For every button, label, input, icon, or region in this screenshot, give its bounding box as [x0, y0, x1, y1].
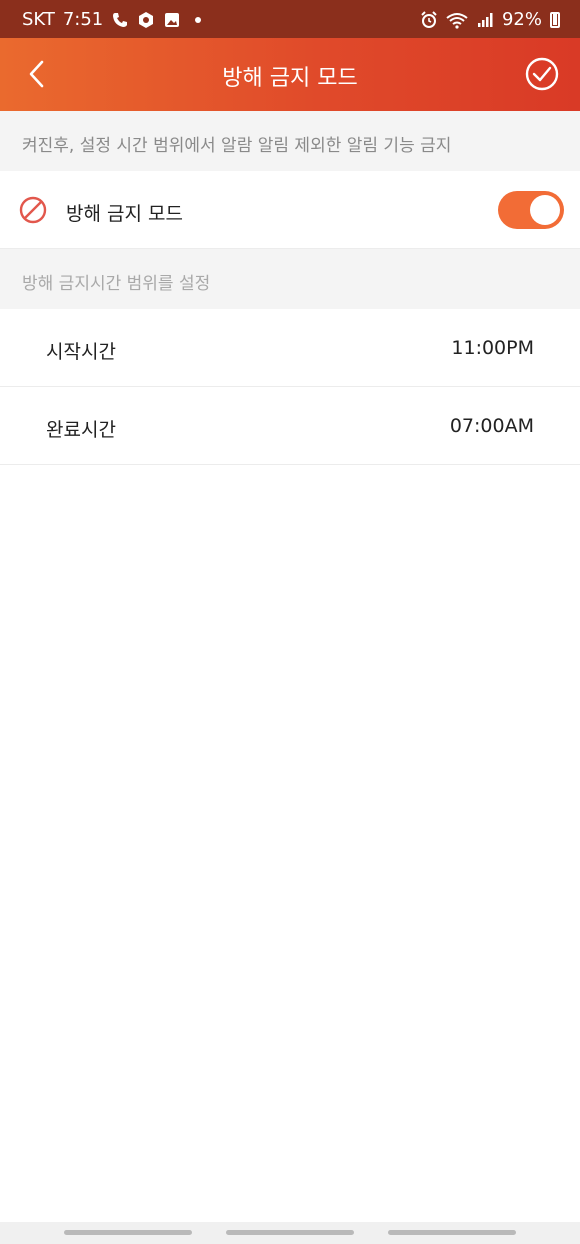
status-bar: SKT 7:51 92% [0, 0, 580, 38]
status-right: 92% [420, 9, 560, 30]
dnd-switch[interactable] [498, 191, 564, 229]
app-notification-icon [139, 11, 154, 28]
gallery-icon [165, 12, 180, 27]
end-time-row[interactable]: 완료시간 07:00AM [0, 387, 580, 465]
recents-handle[interactable] [64, 1230, 192, 1235]
call-icon [113, 12, 128, 27]
alarm-icon [421, 10, 437, 28]
header: SKT 7:51 92% 방해 금지 모드 [0, 0, 580, 111]
clock-text: 7:51 [62, 9, 104, 30]
dnd-toggle-row: 방해 금지 모드 [0, 171, 580, 249]
more-notifications-icon [195, 16, 202, 23]
carrier-text: SKT [22, 9, 55, 30]
notice-text: 켜진후, 설정 시간 범위에서 알람 알림 제외한 알림 기능 금지 [0, 111, 580, 171]
signal-icon [477, 12, 493, 27]
confirm-button[interactable] [524, 56, 560, 92]
wifi-icon [446, 12, 468, 29]
home-handle[interactable] [226, 1230, 354, 1235]
end-time-value: 07:00AM [449, 415, 534, 437]
navbar: 방해 금지 모드 [0, 38, 580, 111]
status-left: SKT 7:51 [22, 9, 202, 30]
switch-knob [530, 195, 560, 225]
battery-text: 92% [501, 9, 542, 30]
start-time-value: 11:00PM [451, 337, 534, 359]
do-not-disturb-icon [19, 196, 47, 224]
battery-icon [550, 11, 560, 28]
section-title: 방해 금지시간 범위를 설정 [0, 249, 580, 309]
system-nav-bar [0, 1222, 580, 1244]
page-title: 방해 금지 모드 [222, 66, 358, 91]
start-time-label: 시작시간 [46, 341, 116, 363]
dnd-label: 방해 금지 모드 [66, 203, 183, 225]
start-time-row[interactable]: 시작시간 11:00PM [0, 309, 580, 387]
end-time-label: 완료시간 [46, 419, 116, 441]
back-handle[interactable] [388, 1230, 516, 1235]
